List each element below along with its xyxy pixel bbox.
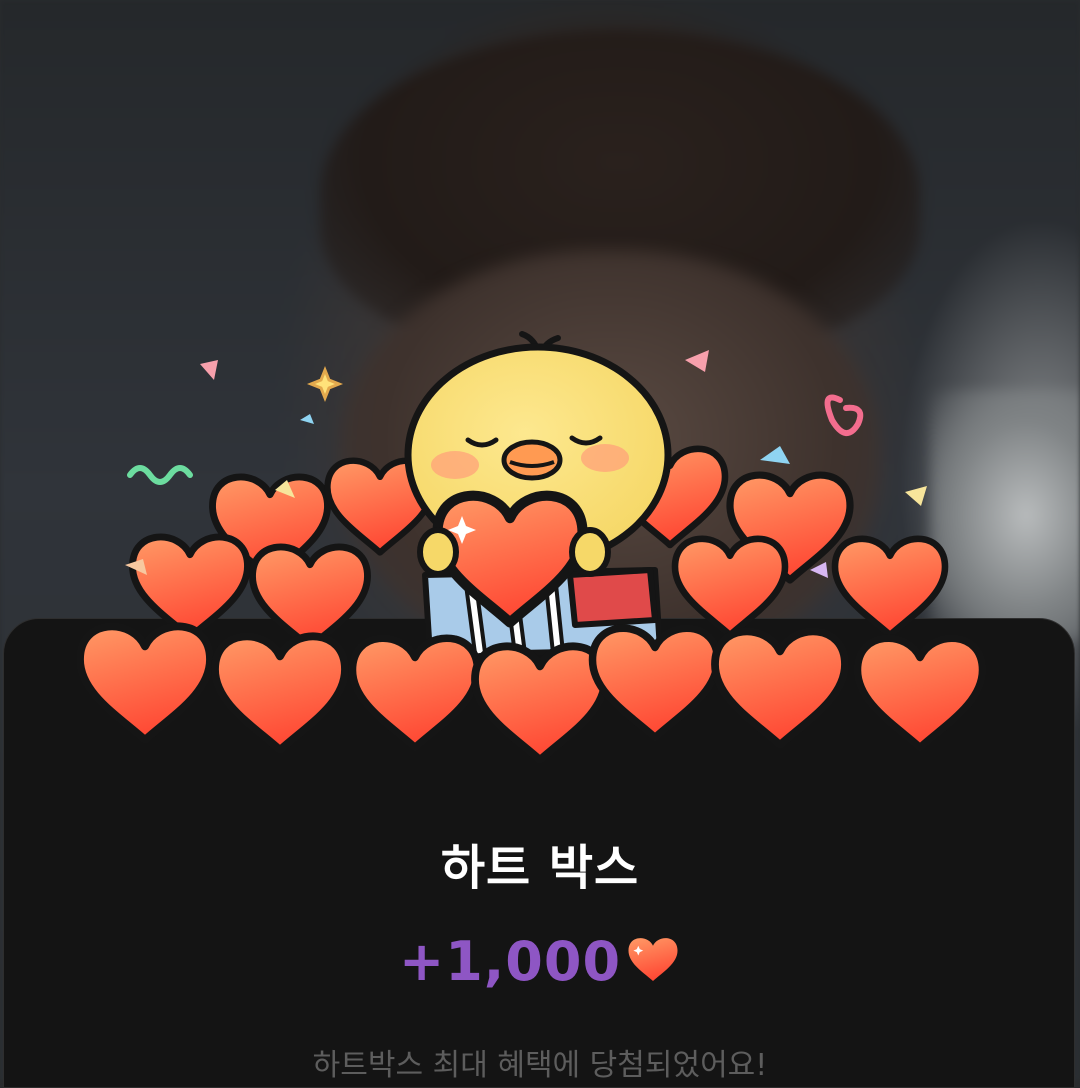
reward-amount: +1,000 bbox=[398, 930, 622, 993]
reward-title: 하트 박스 bbox=[440, 840, 640, 896]
heart-front-5 bbox=[593, 628, 718, 737]
duck-with-hearts-illustration bbox=[70, 331, 1010, 770]
heart-front-4 bbox=[475, 646, 605, 760]
heart-back-8 bbox=[675, 539, 785, 635]
heart-front-2 bbox=[215, 636, 345, 750]
heart-back-5 bbox=[133, 537, 248, 638]
heart-front-3 bbox=[353, 638, 478, 747]
heart-back-6 bbox=[835, 539, 945, 635]
reward-amount-row: +1,000 bbox=[0, 930, 1080, 993]
heart-back-7 bbox=[253, 547, 368, 648]
reward-message: 하트박스 최대 혜택에 당첨되었어요! bbox=[312, 1048, 768, 1083]
heart-icon bbox=[628, 937, 678, 981]
heart-front-1 bbox=[80, 626, 210, 740]
heart-front-6 bbox=[715, 631, 845, 745]
heart-front-7 bbox=[858, 638, 983, 747]
